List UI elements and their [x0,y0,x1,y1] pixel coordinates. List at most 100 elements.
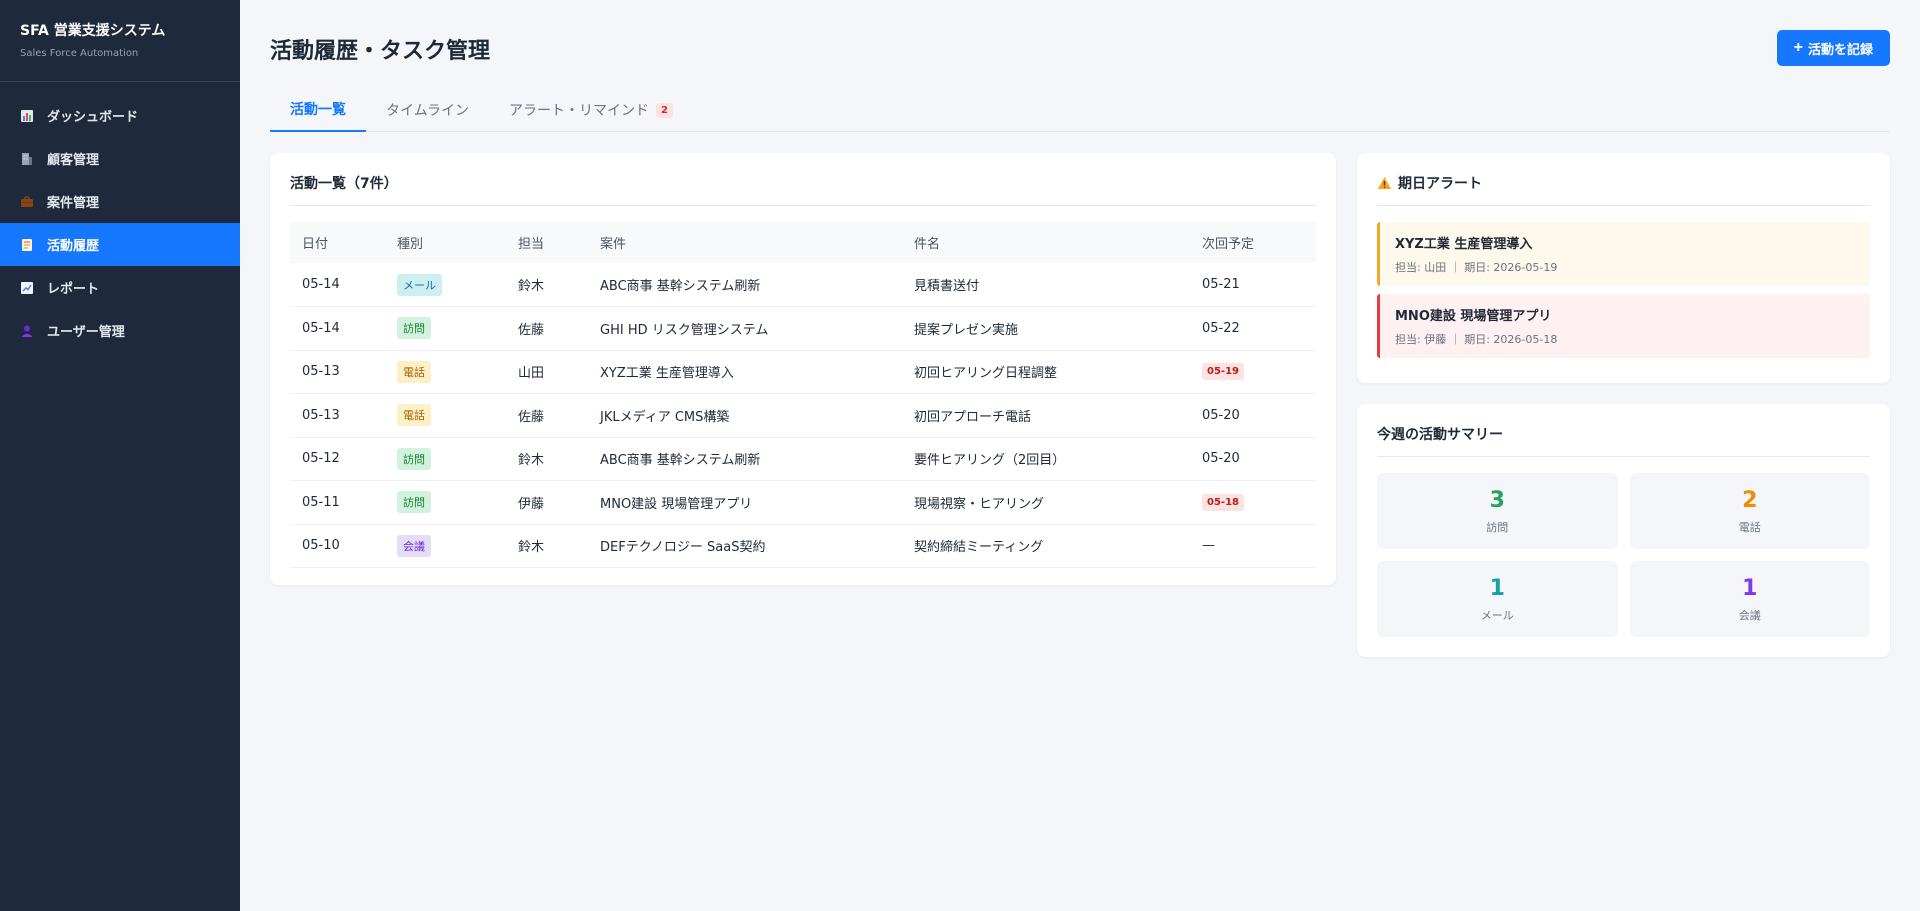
cell-date: 05-13 [290,350,385,394]
cell-next: 05-20 [1190,437,1316,481]
summary-label: 会議 [1738,608,1761,622]
tab-alerts[interactable]: アラート・リマインド 2 [489,88,693,132]
sidebar: SFA 営業支援システム Sales Force Automation ダッシュ… [0,0,240,911]
tab-timeline[interactable]: タイムライン [366,88,489,132]
activity-table: 日付 種別 担当 案件 件名 次回予定 05-14 メール 鈴木 ABC商事 基幹シス… [290,222,1316,568]
table-row[interactable]: 05-10 会議 鈴木 DEFテクノロジー SaaS契約 契約締結ミーティング — [290,524,1316,568]
cell-subject: 要件ヒアリング（2回目） [902,437,1190,481]
cell-next: 05-21 [1190,263,1316,307]
due-alert-title: 期日アラート [1398,176,1482,192]
cell-type: 訪問 [385,437,506,481]
table-row[interactable]: 05-14 メール 鈴木 ABC商事 基幹システム刷新 見積書送付 05-21 [290,263,1316,307]
cell-date: 05-10 [290,524,385,568]
table-row[interactable]: 05-12 訪問 鈴木 ABC商事 基幹システム刷新 要件ヒアリング（2回目） 05-20 [290,437,1316,481]
col-subject[interactable]: 件名 [902,222,1190,263]
cell-next: 05-18 [1190,480,1316,525]
cell-date: 05-11 [290,480,385,525]
alert-title: XYZ工業 生産管理導入 [1395,237,1533,252]
cell-type: 訪問 [385,480,506,525]
cell-next: 05-20 [1190,393,1316,438]
briefcase-icon [20,195,34,209]
cell-owner: 鈴木 [506,524,588,568]
cell-date: 05-14 [290,306,385,351]
col-type[interactable]: 種別 [385,222,506,263]
cell-deal: MNO建設 現場管理アプリ [588,480,902,525]
activity-list-title: 活動一覧（7件） [290,173,1316,206]
user-icon [20,324,34,338]
sidebar-item-label: 顧客管理 [47,153,100,168]
tab-activity-list[interactable]: 活動一覧 [270,88,366,132]
alert-item[interactable]: MNO建設 現場管理アプリ 担当: 伊藤 ｜ 期日: 2026-05-18 [1377,294,1870,358]
cell-deal: ABC商事 基幹システム刷新 [588,437,902,481]
cell-deal: GHI HD リスク管理システム [588,306,902,351]
activity-type-badge: 訪問 [397,447,431,470]
col-date[interactable]: 日付 [290,222,385,263]
cell-deal: ABC商事 基幹システム刷新 [588,263,902,307]
alert-count-badge: 2 [656,102,673,118]
sidebar-item-users[interactable]: ユーザー管理 [0,309,240,352]
weekly-summary-card: 今週の活動サマリー 3 訪問 2 電話 1 メール 1 会議 [1357,404,1890,657]
cell-owner: 佐藤 [506,393,588,438]
cell-subject: 初回アプローチ電話 [902,393,1190,438]
cell-deal: XYZ工業 生産管理導入 [588,350,902,394]
sidebar-item-activity[interactable]: 活動履歴 [0,223,240,266]
due-alert-card: 期日アラート XYZ工業 生産管理導入 担当: 山田 ｜ 期日: 2026-05… [1357,153,1890,383]
sidebar-nav: ダッシュボード 顧客管理 案件管理 活動履歴 レポート ユーザー管理 [0,94,240,352]
plus-icon: + [1793,39,1803,56]
cell-type: メール [385,263,506,307]
summary-emails: 1 メール [1377,561,1618,637]
cell-date: 05-14 [290,263,385,307]
cell-subject: 提案プレゼン実施 [902,306,1190,351]
activity-table-body: 05-14 メール 鈴木 ABC商事 基幹システム刷新 見積書送付 05-21 05-14 訪… [290,263,1316,568]
chart-icon [20,109,34,123]
memo-icon [20,238,34,252]
cell-date: 05-12 [290,437,385,481]
cell-date: 05-13 [290,393,385,438]
cell-type: 電話 [385,393,506,438]
summary-label: 訪問 [1486,520,1509,534]
sidebar-item-label: 活動履歴 [47,239,100,254]
cell-subject: 見積書送付 [902,263,1190,307]
table-row[interactable]: 05-14 訪問 佐藤 GHI HD リスク管理システム 提案プレゼン実施 05-22 [290,306,1316,351]
building-icon [20,152,34,166]
col-next[interactable]: 次回予定 [1190,222,1316,263]
cell-owner: 伊藤 [506,480,588,525]
record-activity-button[interactable]: + 活動を記録 [1776,30,1890,66]
sidebar-item-label: 案件管理 [47,196,100,211]
tab-label: アラート・リマインド [509,103,650,119]
cell-subject: 契約締結ミーティング [902,524,1190,568]
col-owner[interactable]: 担当 [506,222,588,263]
sidebar-item-dashboard[interactable]: ダッシュボード [0,94,240,137]
activity-type-badge: 会議 [397,534,431,557]
cell-owner: 佐藤 [506,306,588,351]
summary-meetings: 1 会議 [1629,561,1870,637]
summary-label: メール [1480,608,1514,622]
app-title: SFA 営業支援システム [20,23,166,39]
cell-next: — [1190,524,1316,568]
alert-item[interactable]: XYZ工業 生産管理導入 担当: 山田 ｜ 期日: 2026-05-19 [1377,222,1870,286]
table-row[interactable]: 05-11 訪問 伊藤 MNO建設 現場管理アプリ 現場視察・ヒアリング 05-18 [290,480,1316,525]
activity-type-badge: 訪問 [397,317,431,340]
trend-icon [20,281,34,295]
sidebar-item-deals[interactable]: 案件管理 [0,180,240,223]
col-deal[interactable]: 案件 [588,222,902,263]
cell-next: 05-19 [1190,350,1316,394]
cell-subject: 現場視察・ヒアリング [902,480,1190,525]
activity-type-badge: 訪問 [397,491,431,514]
overdue-date-badge: 05-19 [1202,363,1244,381]
table-row[interactable]: 05-13 電話 佐藤 JKLメディア CMS構築 初回アプローチ電話 05-20 [290,393,1316,438]
app-subtitle: Sales Force Automation [20,48,139,59]
summary-grid: 3 訪問 2 電話 1 メール 1 会議 [1377,473,1870,637]
cell-owner: 鈴木 [506,437,588,481]
alert-meta: 担当: 伊藤 ｜ 期日: 2026-05-18 [1395,333,1558,346]
table-header-row: 日付 種別 担当 案件 件名 次回予定 [290,222,1316,263]
tab-bar: 活動一覧 タイムライン アラート・リマインド 2 [270,88,1890,132]
sidebar-item-customers[interactable]: 顧客管理 [0,137,240,180]
sidebar-item-reports[interactable]: レポート [0,266,240,309]
tab-label: タイムライン [386,103,470,119]
table-row[interactable]: 05-13 電話 山田 XYZ工業 生産管理導入 初回ヒアリング日程調整 05-19 [290,350,1316,394]
cell-subject: 初回ヒアリング日程調整 [902,350,1190,394]
main-content: 活動履歴・タスク管理 + 活動を記録 活動一覧 タイムライン アラート・リマイン… [240,0,1920,911]
cell-owner: 山田 [506,350,588,394]
cell-owner: 鈴木 [506,263,588,307]
